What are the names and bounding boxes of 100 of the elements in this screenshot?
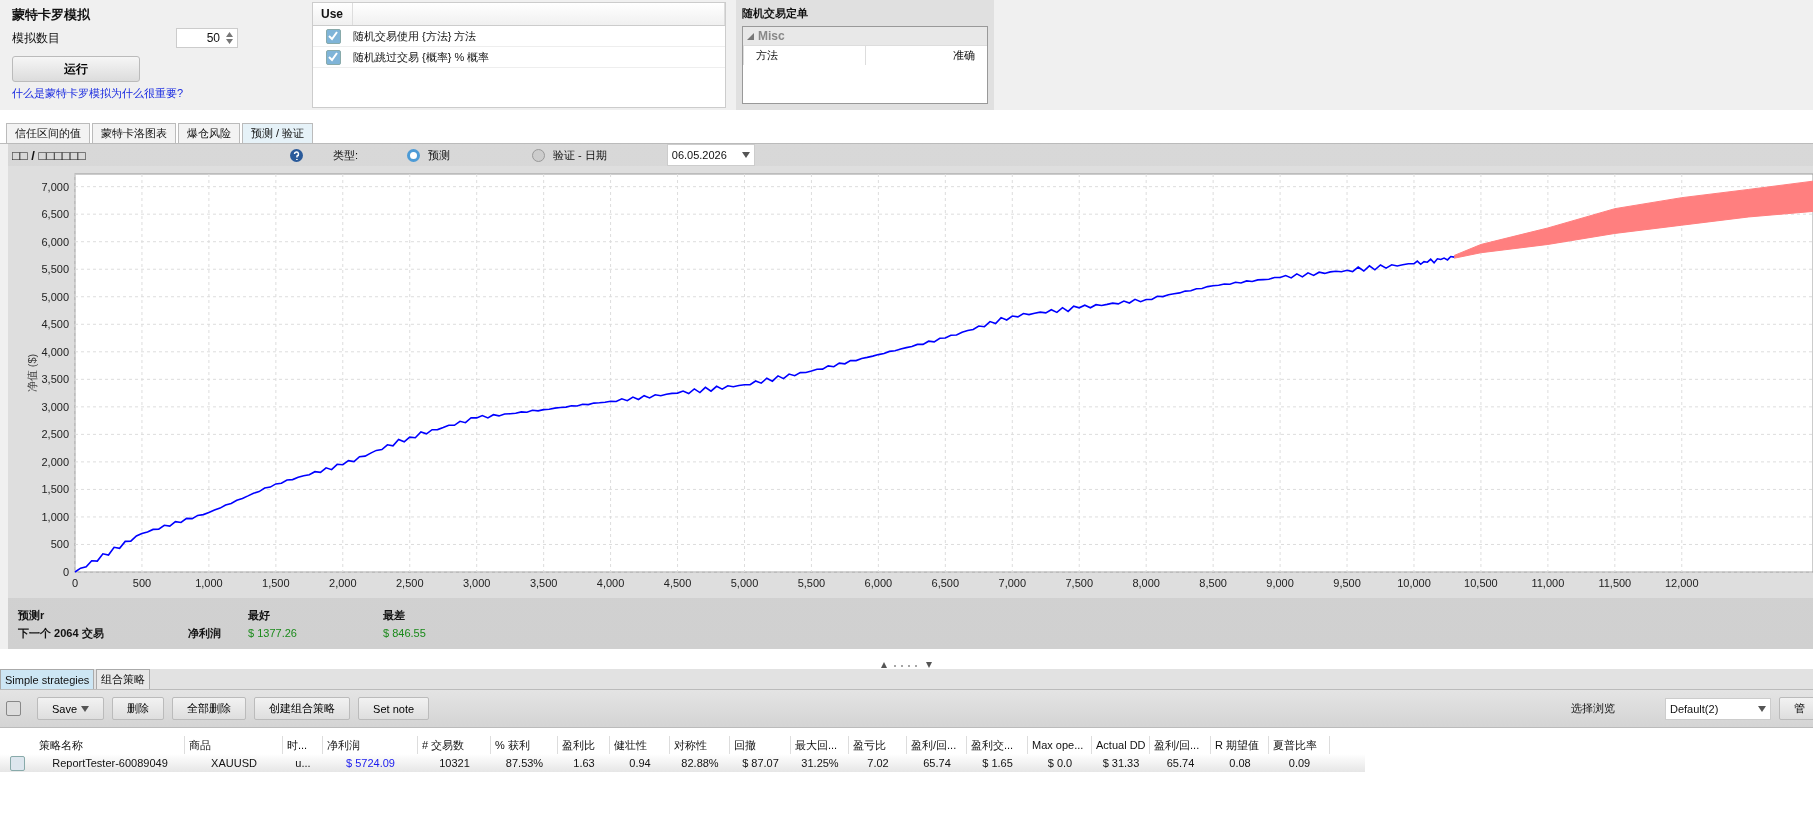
column-header: Use bbox=[313, 3, 353, 25]
table-cell-text: 10321 bbox=[438, 756, 471, 771]
y-tick-label: 5,000 bbox=[41, 290, 69, 303]
group-label: Misc bbox=[758, 29, 785, 43]
run-button[interactable]: 运行 bbox=[12, 56, 140, 82]
tab[interactable]: 组合策略 bbox=[96, 669, 151, 689]
table-cell-text: 0.09 bbox=[1287, 756, 1312, 771]
tab[interactable]: 爆仓风险 bbox=[178, 123, 240, 143]
caret-icon bbox=[741, 152, 750, 158]
x-tick-label: 4,500 bbox=[663, 577, 692, 589]
x-tick-label: 3,000 bbox=[462, 577, 491, 589]
summary-heading: 预测r bbox=[18, 607, 46, 623]
panel-title: 蒙特卡罗模拟 bbox=[12, 6, 91, 24]
date-dropdown[interactable]: 06.05.2026 bbox=[666, 144, 755, 166]
y-tick-label: 3,500 bbox=[41, 373, 69, 386]
count-spinner[interactable]: 50 bbox=[176, 28, 238, 48]
x-tick-label: 500 bbox=[132, 577, 152, 589]
table-row[interactable]: ReportTester-60089049 XAUUSD u... $ 5724.09 10321 87.53% 1.63 0.94 82.88% $ 87.07 31.25% 7.02 65.74 $ 1.65 $ 0.0 $ 31.33 65.74 0.08 0.09 bbox=[0, 754, 1365, 772]
option-label: 随机跳过交易 {概率} % 概率 bbox=[353, 49, 490, 65]
y-tick-label: 4,500 bbox=[41, 318, 69, 331]
table-cell-text: 0.08 bbox=[1228, 756, 1252, 771]
panel-title: 随机交易定单 bbox=[742, 6, 809, 21]
table-cell-text: ReportTester-60089049 bbox=[51, 756, 169, 771]
y-tick-label: 1,000 bbox=[41, 510, 69, 523]
y-axis-label: 净值 ($) bbox=[26, 353, 38, 393]
x-tick-label: 6,000 bbox=[864, 577, 893, 589]
property-name: 方法 bbox=[743, 46, 865, 65]
y-tick-label: 2,000 bbox=[41, 455, 69, 468]
x-tick-label: 5,500 bbox=[797, 577, 826, 589]
x-tick-label: 6,500 bbox=[931, 577, 960, 589]
x-tick-label: 3,500 bbox=[529, 577, 558, 589]
y-tick-label: 5,500 bbox=[41, 263, 69, 276]
toolbar-button[interactable]: Set note bbox=[358, 697, 430, 720]
tab[interactable]: Simple strategies bbox=[0, 669, 95, 689]
tab[interactable]: 蒙特卡洛图表 bbox=[92, 123, 176, 143]
toolbar-button[interactable]: 创建组合策略 bbox=[254, 697, 351, 720]
y-tick-label: 500 bbox=[50, 538, 69, 551]
checkbox[interactable] bbox=[325, 49, 341, 65]
checkbox[interactable] bbox=[325, 28, 341, 44]
help-icon[interactable] bbox=[290, 148, 303, 162]
option-label: 随机交易使用 {方法} 方法 bbox=[353, 28, 477, 44]
radio-button[interactable] bbox=[407, 148, 420, 162]
profit-value: $ 1377.26 bbox=[248, 627, 298, 639]
table-cell-text: $ 0.0 bbox=[1046, 756, 1074, 771]
x-tick-label: 10,000 bbox=[1397, 577, 1431, 589]
radio-button[interactable] bbox=[532, 148, 545, 162]
property-value: 准确 bbox=[865, 46, 987, 65]
spinner-arrows-icon bbox=[226, 32, 233, 44]
toolbar-button[interactable]: 删除 bbox=[112, 697, 165, 720]
table-cell-text: $ 87.07 bbox=[741, 756, 780, 771]
table-cell-text: $ 31.33 bbox=[1101, 756, 1141, 771]
table-cell-text: 87.53% bbox=[504, 756, 545, 771]
splitter-handle-icon[interactable] bbox=[880, 661, 933, 669]
table-cell-text: 0.94 bbox=[628, 756, 652, 771]
y-tick-label: 6,000 bbox=[41, 235, 69, 248]
x-tick-label: 9,000 bbox=[1266, 577, 1294, 589]
x-tick-label: 7,000 bbox=[998, 577, 1027, 589]
x-tick-label: 11,500 bbox=[1598, 577, 1632, 589]
radio-label: 验证 - 日期 bbox=[553, 147, 607, 163]
y-tick-label: 3,000 bbox=[41, 400, 69, 413]
toolbar-button[interactable]: 全部删除 bbox=[172, 697, 247, 720]
table-cell-text: 31.25% bbox=[800, 756, 840, 771]
tab[interactable]: 信任区间的值 bbox=[6, 123, 90, 143]
tab[interactable]: 预测 / 验证 bbox=[242, 123, 314, 143]
count-label: 模拟数目 bbox=[12, 29, 60, 47]
x-tick-label: 8,500 bbox=[1199, 577, 1227, 589]
check-icon bbox=[328, 52, 338, 62]
x-tick-label: 2,500 bbox=[396, 577, 424, 589]
y-tick-label: 6,500 bbox=[41, 208, 69, 221]
type-label: 类型: bbox=[333, 147, 360, 163]
x-tick-label: 4,000 bbox=[596, 577, 625, 589]
caret-icon bbox=[1758, 705, 1766, 712]
help-link[interactable]: 什么是蒙特卡罗模拟为什么很重要? bbox=[12, 87, 184, 99]
x-tick-label: 8,000 bbox=[1132, 577, 1160, 589]
y-tick-label: 7,000 bbox=[41, 180, 69, 193]
y-tick-label: 4,000 bbox=[41, 345, 69, 358]
column-header: 最差 bbox=[383, 607, 406, 623]
view-label: 选择浏览 bbox=[1571, 701, 1615, 716]
profit-value: $ 846.55 bbox=[383, 627, 427, 639]
x-tick-label: 10,500 bbox=[1464, 577, 1498, 589]
table-cell-text: 65.74 bbox=[922, 756, 952, 771]
row-checkbox[interactable] bbox=[10, 755, 25, 771]
view-dropdown[interactable]: Default(2) bbox=[1665, 697, 1771, 720]
row-label: 净利润 bbox=[188, 625, 222, 641]
x-tick-label: 5,000 bbox=[730, 577, 759, 589]
table-cell-text: 65.74 bbox=[1165, 756, 1196, 771]
select-all-checkbox[interactable] bbox=[6, 701, 21, 716]
manage-button[interactable]: 管 bbox=[1779, 697, 1813, 720]
radio-label: 预测 bbox=[428, 147, 450, 163]
toolbar-button[interactable]: Save bbox=[37, 697, 105, 720]
summary-subheading: 下一个 2064 交易 bbox=[18, 625, 105, 641]
x-tick-label: 11,000 bbox=[1531, 577, 1565, 589]
x-tick-label: 1,500 bbox=[262, 577, 290, 589]
x-tick-label: 0 bbox=[71, 577, 79, 589]
panel-title: □□ / □□□□□□ bbox=[12, 147, 87, 163]
table-cell-text: $ 5724.09 bbox=[345, 756, 396, 771]
y-tick-label: 1,500 bbox=[41, 483, 69, 496]
x-tick-label: 7,500 bbox=[1065, 577, 1093, 589]
y-tick-label: 0 bbox=[62, 566, 69, 578]
table-cell-text: 82.88% bbox=[680, 756, 720, 771]
